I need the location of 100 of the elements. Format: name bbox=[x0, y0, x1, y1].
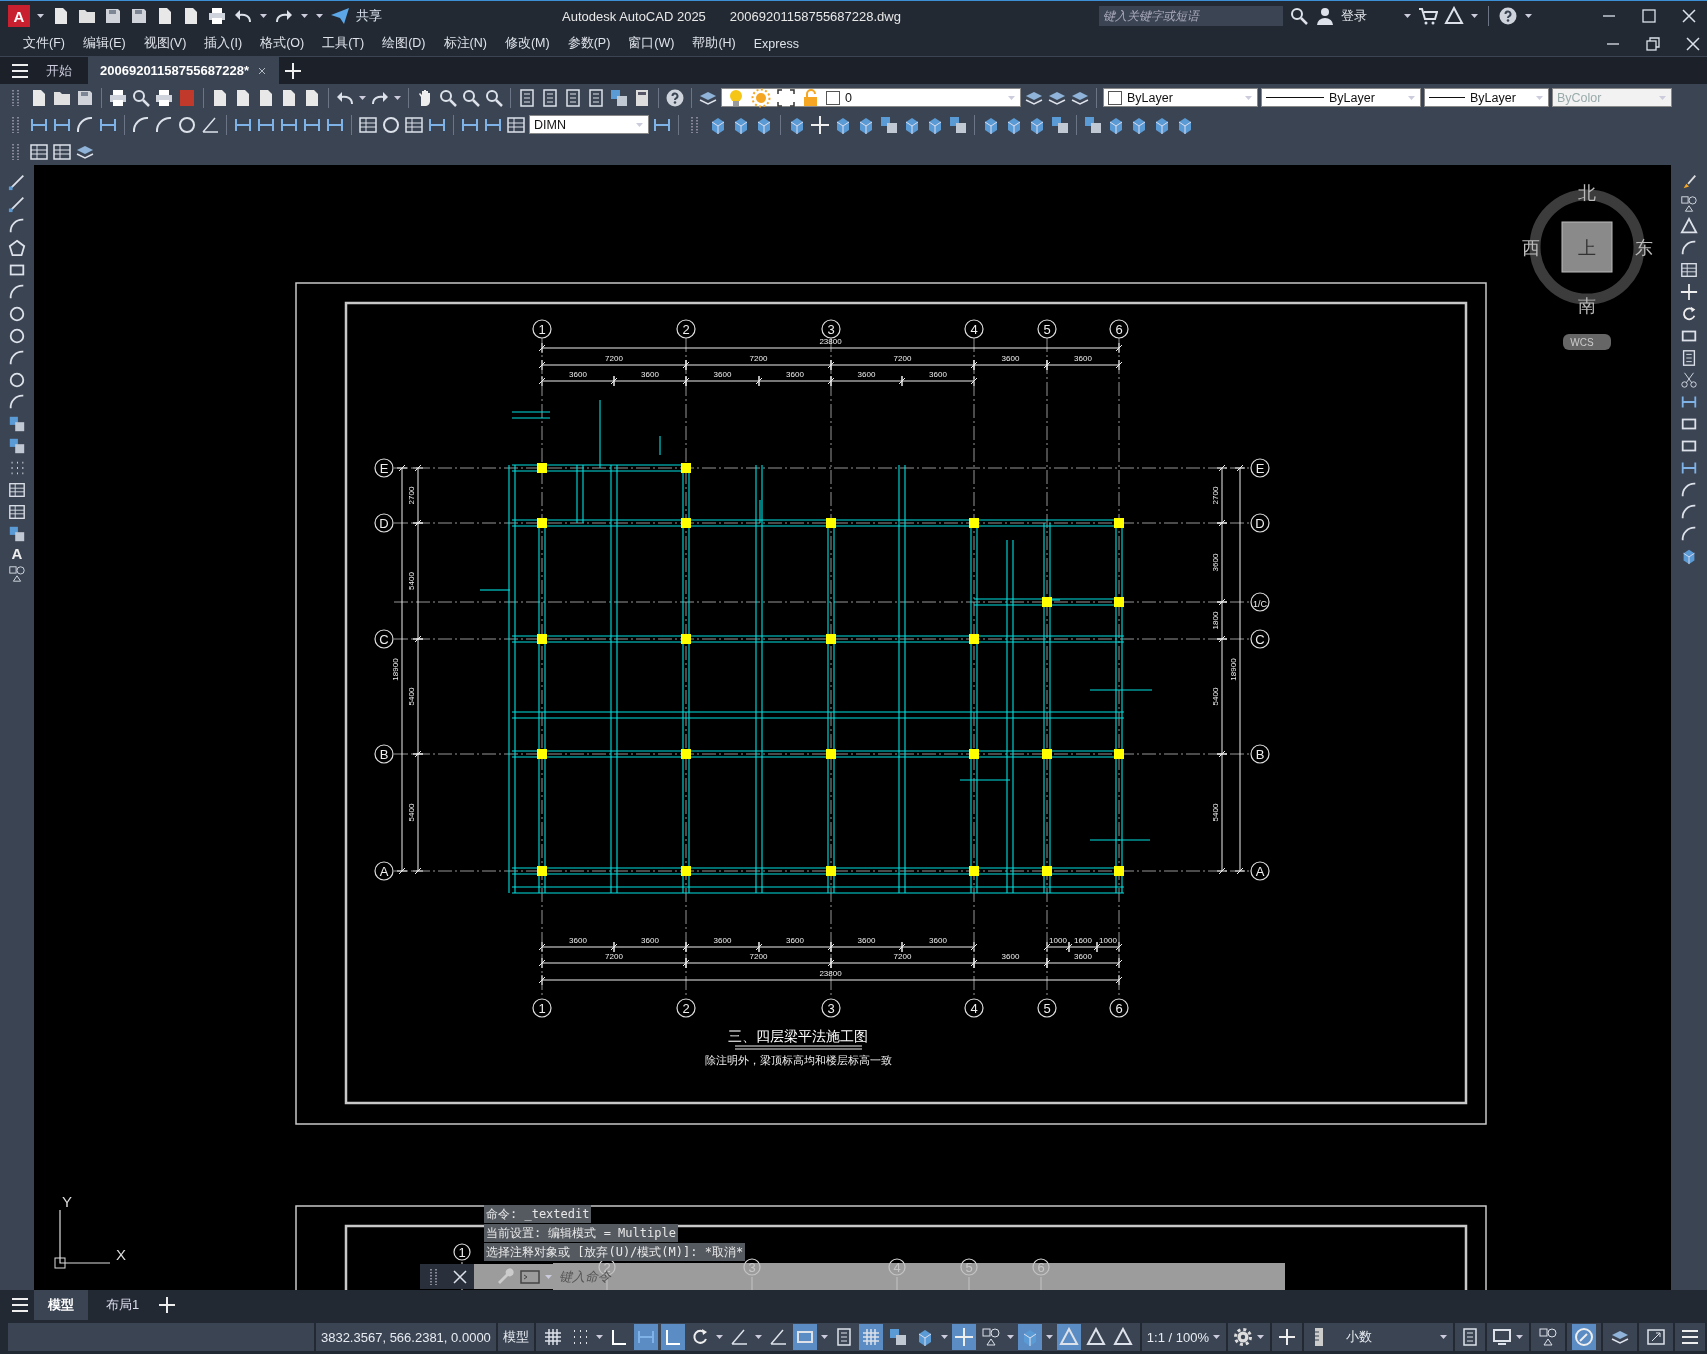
table-icon[interactable] bbox=[52, 141, 72, 162]
block-icon[interactable] bbox=[8, 415, 26, 434]
table-icon[interactable] bbox=[8, 503, 26, 522]
gear-icon[interactable] bbox=[1233, 1327, 1253, 1348]
app-logo[interactable]: A bbox=[8, 5, 30, 28]
circle-icon[interactable] bbox=[177, 114, 197, 135]
plus-icon[interactable] bbox=[1277, 1327, 1297, 1348]
menu-item[interactable]: 格式(O) bbox=[255, 35, 318, 53]
sign-in-button[interactable]: 登录 bbox=[1341, 7, 1367, 26]
rectangle-toggle[interactable] bbox=[792, 1324, 817, 1351]
triangle-icon[interactable] bbox=[1444, 6, 1464, 27]
list-icon[interactable] bbox=[586, 87, 606, 108]
block-icon[interactable] bbox=[8, 437, 26, 456]
user-icon[interactable] bbox=[1315, 6, 1335, 27]
menu-item[interactable]: 插入(I) bbox=[199, 35, 256, 53]
circle-icon[interactable] bbox=[8, 371, 26, 390]
share-button[interactable]: 共享 bbox=[356, 7, 382, 26]
menu-item[interactable]: 帮助(H) bbox=[687, 35, 749, 53]
menu-item[interactable]: 绘图(D) bbox=[377, 35, 439, 53]
cube-toggle[interactable] bbox=[1017, 1324, 1042, 1351]
menu-item[interactable]: 文件(F) bbox=[18, 35, 78, 53]
table-icon[interactable] bbox=[8, 481, 26, 500]
printer-icon[interactable] bbox=[207, 6, 227, 27]
list-icon[interactable] bbox=[517, 87, 537, 108]
close-icon[interactable] bbox=[256, 65, 267, 76]
menu-item[interactable]: Express bbox=[748, 36, 812, 51]
menu-item[interactable]: 编辑(E) bbox=[77, 35, 139, 53]
block-icon[interactable] bbox=[8, 525, 26, 544]
printer-icon[interactable] bbox=[108, 87, 128, 108]
circle-icon[interactable] bbox=[8, 327, 26, 346]
list-icon[interactable] bbox=[563, 87, 583, 108]
arc-icon[interactable] bbox=[131, 114, 151, 135]
help-icon[interactable] bbox=[1498, 6, 1518, 27]
menu-item[interactable]: 窗口(W) bbox=[623, 35, 688, 53]
table-icon[interactable] bbox=[29, 141, 49, 162]
table-icon[interactable] bbox=[404, 114, 424, 135]
text-tool[interactable]: A bbox=[11, 545, 23, 564]
table-icon[interactable] bbox=[1680, 261, 1698, 280]
scissors-icon[interactable] bbox=[1680, 371, 1698, 390]
circle-icon[interactable] bbox=[381, 114, 401, 135]
menu-item[interactable]: 标注(N) bbox=[438, 35, 500, 53]
block-icon[interactable] bbox=[1050, 114, 1070, 135]
lineweight-dropdown[interactable]: ByLayer bbox=[1424, 88, 1549, 108]
menu-item[interactable]: 参数(P) bbox=[562, 35, 624, 53]
circle-icon[interactable] bbox=[8, 305, 26, 324]
move-icon[interactable] bbox=[810, 114, 830, 135]
menu-item[interactable]: 工具(T) bbox=[317, 35, 378, 53]
list-icon[interactable] bbox=[1460, 1327, 1480, 1348]
magnifier-icon[interactable] bbox=[484, 87, 504, 108]
grid-toggle[interactable] bbox=[858, 1324, 883, 1351]
layout-tab[interactable]: 布局1 bbox=[92, 1290, 154, 1321]
monitor-icon[interactable] bbox=[1492, 1327, 1512, 1348]
block-icon[interactable] bbox=[1083, 114, 1103, 135]
table-icon[interactable] bbox=[506, 114, 526, 135]
polygon-icon[interactable] bbox=[8, 239, 26, 258]
triangle-toggle[interactable] bbox=[1056, 1324, 1081, 1351]
angle-icon bbox=[728, 1327, 749, 1348]
dimension-text: 3600 bbox=[1074, 952, 1092, 962]
magnifier-icon[interactable] bbox=[461, 87, 481, 108]
layout-tab[interactable]: 模型 bbox=[34, 1290, 88, 1321]
help-icon[interactable] bbox=[665, 87, 685, 108]
printer-icon[interactable] bbox=[154, 87, 174, 108]
cart-icon[interactable] bbox=[1418, 6, 1438, 27]
block-icon[interactable] bbox=[609, 87, 629, 108]
shapes-icon[interactable] bbox=[1680, 195, 1698, 214]
dimension-toggle[interactable] bbox=[633, 1324, 658, 1351]
block-icon[interactable] bbox=[879, 114, 899, 135]
cube-icon[interactable] bbox=[1680, 547, 1698, 566]
plus-icon[interactable] bbox=[282, 60, 303, 81]
shapes-icon[interactable] bbox=[8, 565, 26, 584]
dimstyle-dropdown[interactable]: DIMN bbox=[529, 115, 649, 135]
arc-icon[interactable] bbox=[75, 114, 95, 135]
linetype-dropdown[interactable]: ByLayer bbox=[1261, 88, 1421, 108]
move-toggle[interactable] bbox=[951, 1324, 976, 1351]
list-icon[interactable] bbox=[540, 87, 560, 108]
wcs-button[interactable] bbox=[1563, 334, 1611, 351]
dimension-text: 3600 bbox=[641, 370, 659, 380]
layer-dropdown[interactable]: 0 bbox=[721, 88, 1021, 108]
line-icon[interactable] bbox=[8, 195, 26, 214]
color-dropdown[interactable]: ByLayer bbox=[1103, 88, 1258, 108]
plus-icon[interactable] bbox=[157, 1295, 178, 1316]
move-icon[interactable] bbox=[1680, 283, 1698, 302]
table-icon[interactable] bbox=[358, 114, 378, 135]
bubble-label: 4 bbox=[970, 1000, 978, 1016]
document-tab[interactable]: 开始 bbox=[34, 56, 84, 85]
triangle-icon[interactable] bbox=[1680, 217, 1698, 236]
search-field[interactable]: 键入关键字或短语 bbox=[1099, 6, 1283, 27]
arc-icon[interactable] bbox=[154, 114, 174, 135]
menu-item[interactable]: 修改(M) bbox=[499, 35, 563, 53]
magnifier-icon[interactable] bbox=[438, 87, 458, 108]
list-icon[interactable] bbox=[1680, 349, 1698, 368]
magnifier-icon[interactable] bbox=[1289, 6, 1309, 27]
line-icon[interactable] bbox=[8, 173, 26, 192]
gauge-toggle[interactable] bbox=[1572, 1324, 1596, 1351]
document-tab[interactable]: 20069201158755687228* bbox=[88, 56, 279, 85]
model-space-button[interactable]: 模型 bbox=[497, 1323, 534, 1352]
menu-item[interactable]: 视图(V) bbox=[138, 35, 200, 53]
magnifier-icon[interactable] bbox=[131, 87, 151, 108]
bubble-label: C bbox=[1255, 631, 1265, 647]
block-icon[interactable] bbox=[948, 114, 968, 135]
